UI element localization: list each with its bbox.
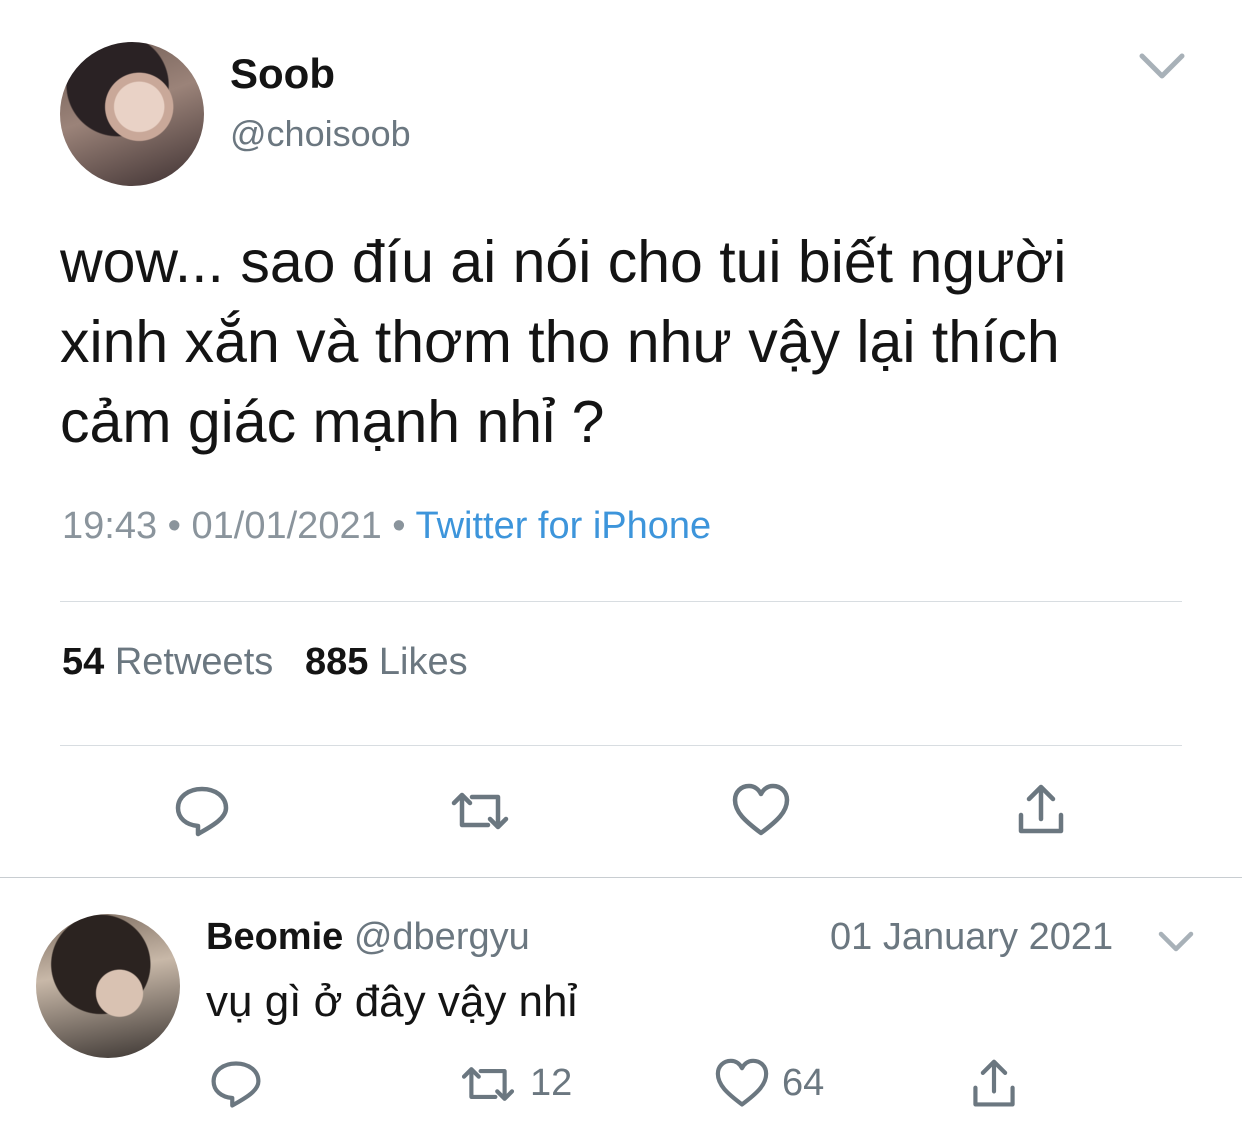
reply-bubble-icon[interactable]	[208, 1056, 264, 1112]
likes-count: 885	[304, 641, 369, 683]
heart-icon[interactable]	[731, 781, 791, 841]
divider	[0, 877, 1242, 878]
reply-header: Beomie @dbergyu	[206, 916, 530, 959]
retweets-label: Retweets	[114, 641, 274, 683]
tweet-date: 01/01/2021	[191, 505, 382, 547]
likes-label: Likes	[378, 641, 468, 683]
share-icon[interactable]	[1011, 781, 1071, 841]
tweet-stats: 54 Retweets 885 Likes	[62, 641, 468, 684]
chevron-down-icon[interactable]	[1156, 928, 1196, 954]
retweets-stat[interactable]: 54 Retweets	[62, 641, 284, 683]
likes-stat[interactable]: 885 Likes	[305, 641, 468, 683]
reply-retweet-count: 12	[530, 1062, 573, 1104]
reply-bubble-icon[interactable]	[172, 781, 232, 841]
reply-text: vụ gì ở đây vậy nhỉ	[206, 977, 578, 1026]
tweet-source-link[interactable]: Twitter for iPhone	[415, 505, 711, 547]
retweet-icon[interactable]	[450, 781, 510, 841]
retweets-count: 54	[62, 641, 105, 683]
meta-separator: •	[167, 505, 181, 547]
heart-icon[interactable]	[714, 1058, 770, 1110]
tweet-time: 19:43	[62, 505, 158, 547]
author-handle[interactable]: @choisoob	[230, 113, 411, 155]
author-avatar[interactable]	[60, 42, 204, 186]
reply-author-name[interactable]: Beomie	[206, 916, 343, 958]
tweet-text: wow... sao đíu ai nói cho tui biết người…	[60, 229, 1067, 455]
reply-date: 01 January 2021	[830, 916, 1114, 958]
share-icon[interactable]	[968, 1056, 1020, 1112]
reply-author-avatar[interactable]	[36, 914, 180, 1058]
reply-author-handle[interactable]: @dbergyu	[354, 916, 530, 958]
author-name[interactable]: Soob	[230, 50, 335, 98]
tweet-meta: 19:43 • 01/01/2021 • Twitter for iPhone	[62, 505, 711, 548]
divider	[60, 601, 1182, 602]
retweet-icon[interactable]	[460, 1060, 516, 1108]
reply-like-count: 64	[782, 1062, 825, 1104]
chevron-down-icon[interactable]	[1136, 48, 1188, 82]
meta-separator: •	[392, 505, 406, 547]
divider	[60, 745, 1182, 746]
